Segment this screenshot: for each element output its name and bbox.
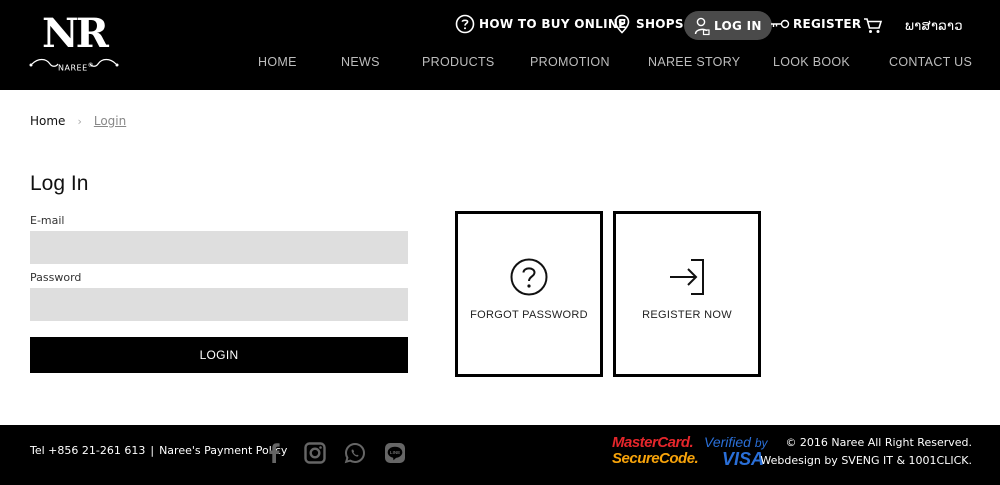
visa-verified: Verified [704,434,751,450]
email-field[interactable] [30,231,408,264]
register-now-tile[interactable]: REGISTER NOW [613,211,761,377]
password-field[interactable] [30,288,408,321]
verified-by-visa-logo: Verified by VISA [704,434,768,468]
register-label: REGISTER [793,17,862,31]
forgot-password-label: FORGOT PASSWORD [470,309,588,321]
main-nav: HOME NEWS PRODUCTS PROMOTION NAREE STORY… [0,50,1000,78]
footer-phone: Tel +856 21-261 613 [30,444,146,457]
sign-in-arrow-icon [667,257,707,297]
question-circle-icon [509,257,549,297]
breadcrumb-separator: › [77,114,82,128]
forgot-password-tile[interactable]: FORGOT PASSWORD [455,211,603,377]
credits-text: Webdesign by SVENG IT & 1001CLICK. [760,454,972,467]
how-to-buy-link[interactable]: HOW TO BUY ONLINE [455,10,627,38]
key-icon [771,19,790,29]
register-now-label: REGISTER NOW [642,309,732,321]
login-link[interactable]: LOG IN [684,11,772,40]
password-label: Password [30,271,82,284]
breadcrumb-home[interactable]: Home [30,114,65,128]
breadcrumb: Home › Login [30,114,126,128]
register-link[interactable]: REGISTER [770,10,861,38]
shops-label: SHOPS [636,17,684,31]
whatsapp-icon[interactable] [343,441,367,465]
nav-item-news[interactable]: NEWS [341,55,380,69]
nav-item-products[interactable]: PRODUCTS [422,55,495,69]
mastercard-line2: SecureCode. [612,450,699,467]
breadcrumb-current[interactable]: Login [94,114,126,128]
nav-item-naree-story[interactable]: NAREE STORY [648,55,740,69]
how-to-buy-label: HOW TO BUY ONLINE [479,17,627,31]
login-button[interactable]: LOGIN [30,337,408,373]
svg-text:LINE: LINE [390,450,400,455]
line-icon[interactable]: LINE [383,441,407,465]
page-title: Log In [30,172,89,195]
site-header: NR NAREE® HOW TO BUY ONLINE SHOPS LOG IN [0,0,1000,90]
copyright-text: © 2016 Naree All Right Reserved. [785,436,972,449]
nav-item-promotion[interactable]: PROMOTION [530,55,610,69]
site-footer: Tel +856 21-261 613 | Naree's Payment Po… [0,425,1000,485]
footer-copyright: © 2016 Naree All Right Reserved. Webdesi… [760,434,972,470]
question-circle-icon [455,14,475,34]
email-label: E-mail [30,214,65,227]
instagram-icon[interactable] [303,441,327,465]
facebook-icon[interactable] [262,441,286,465]
cart-link[interactable] [863,12,883,40]
map-pin-icon [614,14,630,34]
language-switch[interactable]: ພາສາລາວ [905,12,963,40]
user-lock-icon [694,17,710,35]
mastercard-securecode-logo: MasterCard. SecureCode. [612,434,699,467]
footer-separator: | [150,444,155,457]
nav-item-home[interactable]: HOME [258,55,297,69]
cart-icon [864,18,883,33]
mastercard-line1: MasterCard. [612,434,694,451]
footer-contact: Tel +856 21-261 613 | Naree's Payment Po… [30,444,287,457]
nav-item-look-book[interactable]: LOOK BOOK [773,55,850,69]
shops-link[interactable]: SHOPS [613,10,684,38]
nav-item-contact-us[interactable]: CONTACT US [889,55,972,69]
login-label: LOG IN [714,18,762,33]
